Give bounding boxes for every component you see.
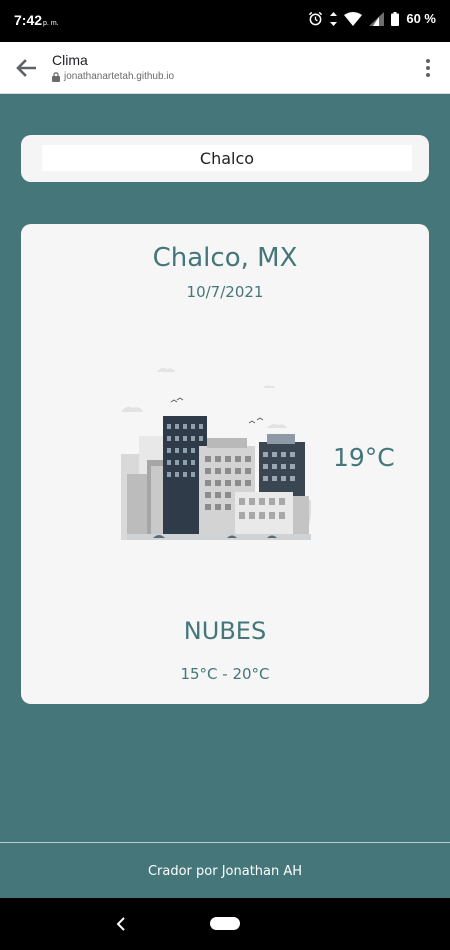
status-time-value: 7:42	[14, 12, 43, 28]
search-card	[21, 135, 429, 182]
weather-card: Chalco, MX 10/7/2021 19°C NUBES 15°C - 2…	[21, 224, 429, 704]
alarm-icon	[309, 11, 323, 26]
wifi-icon	[344, 11, 363, 26]
system-navigation-bar	[0, 898, 450, 950]
lock-icon	[52, 71, 60, 82]
back-arrow-icon	[16, 59, 36, 77]
data-arrows-icon	[330, 11, 338, 26]
current-temperature: 19°C	[333, 443, 395, 472]
battery-percentage: 60 %	[406, 11, 436, 26]
footer-divider	[0, 842, 450, 843]
city-name: Chalco, MX	[152, 243, 298, 273]
nav-home-pill[interactable]	[210, 917, 240, 930]
weather-page: Chalco, MX 10/7/2021	[0, 94, 450, 898]
status-icons: 60 %	[308, 11, 436, 26]
status-bar: 7:42p. m. 60 %	[0, 0, 450, 42]
more-menu-button[interactable]	[422, 56, 434, 80]
weather-condition: NUBES	[183, 617, 267, 645]
footer-credit: Crador por Jonathan AH	[147, 864, 303, 879]
url-row[interactable]: jonathanartetah.github.io	[52, 71, 174, 82]
city-search-input[interactable]	[42, 145, 412, 171]
city-buildings-clouds-illustration	[121, 368, 311, 540]
page-title: Clima	[52, 52, 88, 68]
status-time-suffix: p. m.	[43, 20, 59, 27]
weather-date: 10/7/2021	[186, 283, 264, 301]
page-url: jonathanartetah.github.io	[64, 71, 175, 82]
nav-back-icon[interactable]	[114, 915, 128, 933]
back-button[interactable]	[12, 54, 40, 82]
cell-signal-icon	[369, 11, 385, 26]
battery-icon	[391, 11, 400, 26]
more-vert-icon	[426, 59, 430, 77]
status-time: 7:42p. m.	[14, 12, 59, 28]
temperature-range: 15°C - 20°C	[180, 665, 270, 683]
browser-toolbar: Clima jonathanartetah.github.io	[0, 42, 450, 94]
